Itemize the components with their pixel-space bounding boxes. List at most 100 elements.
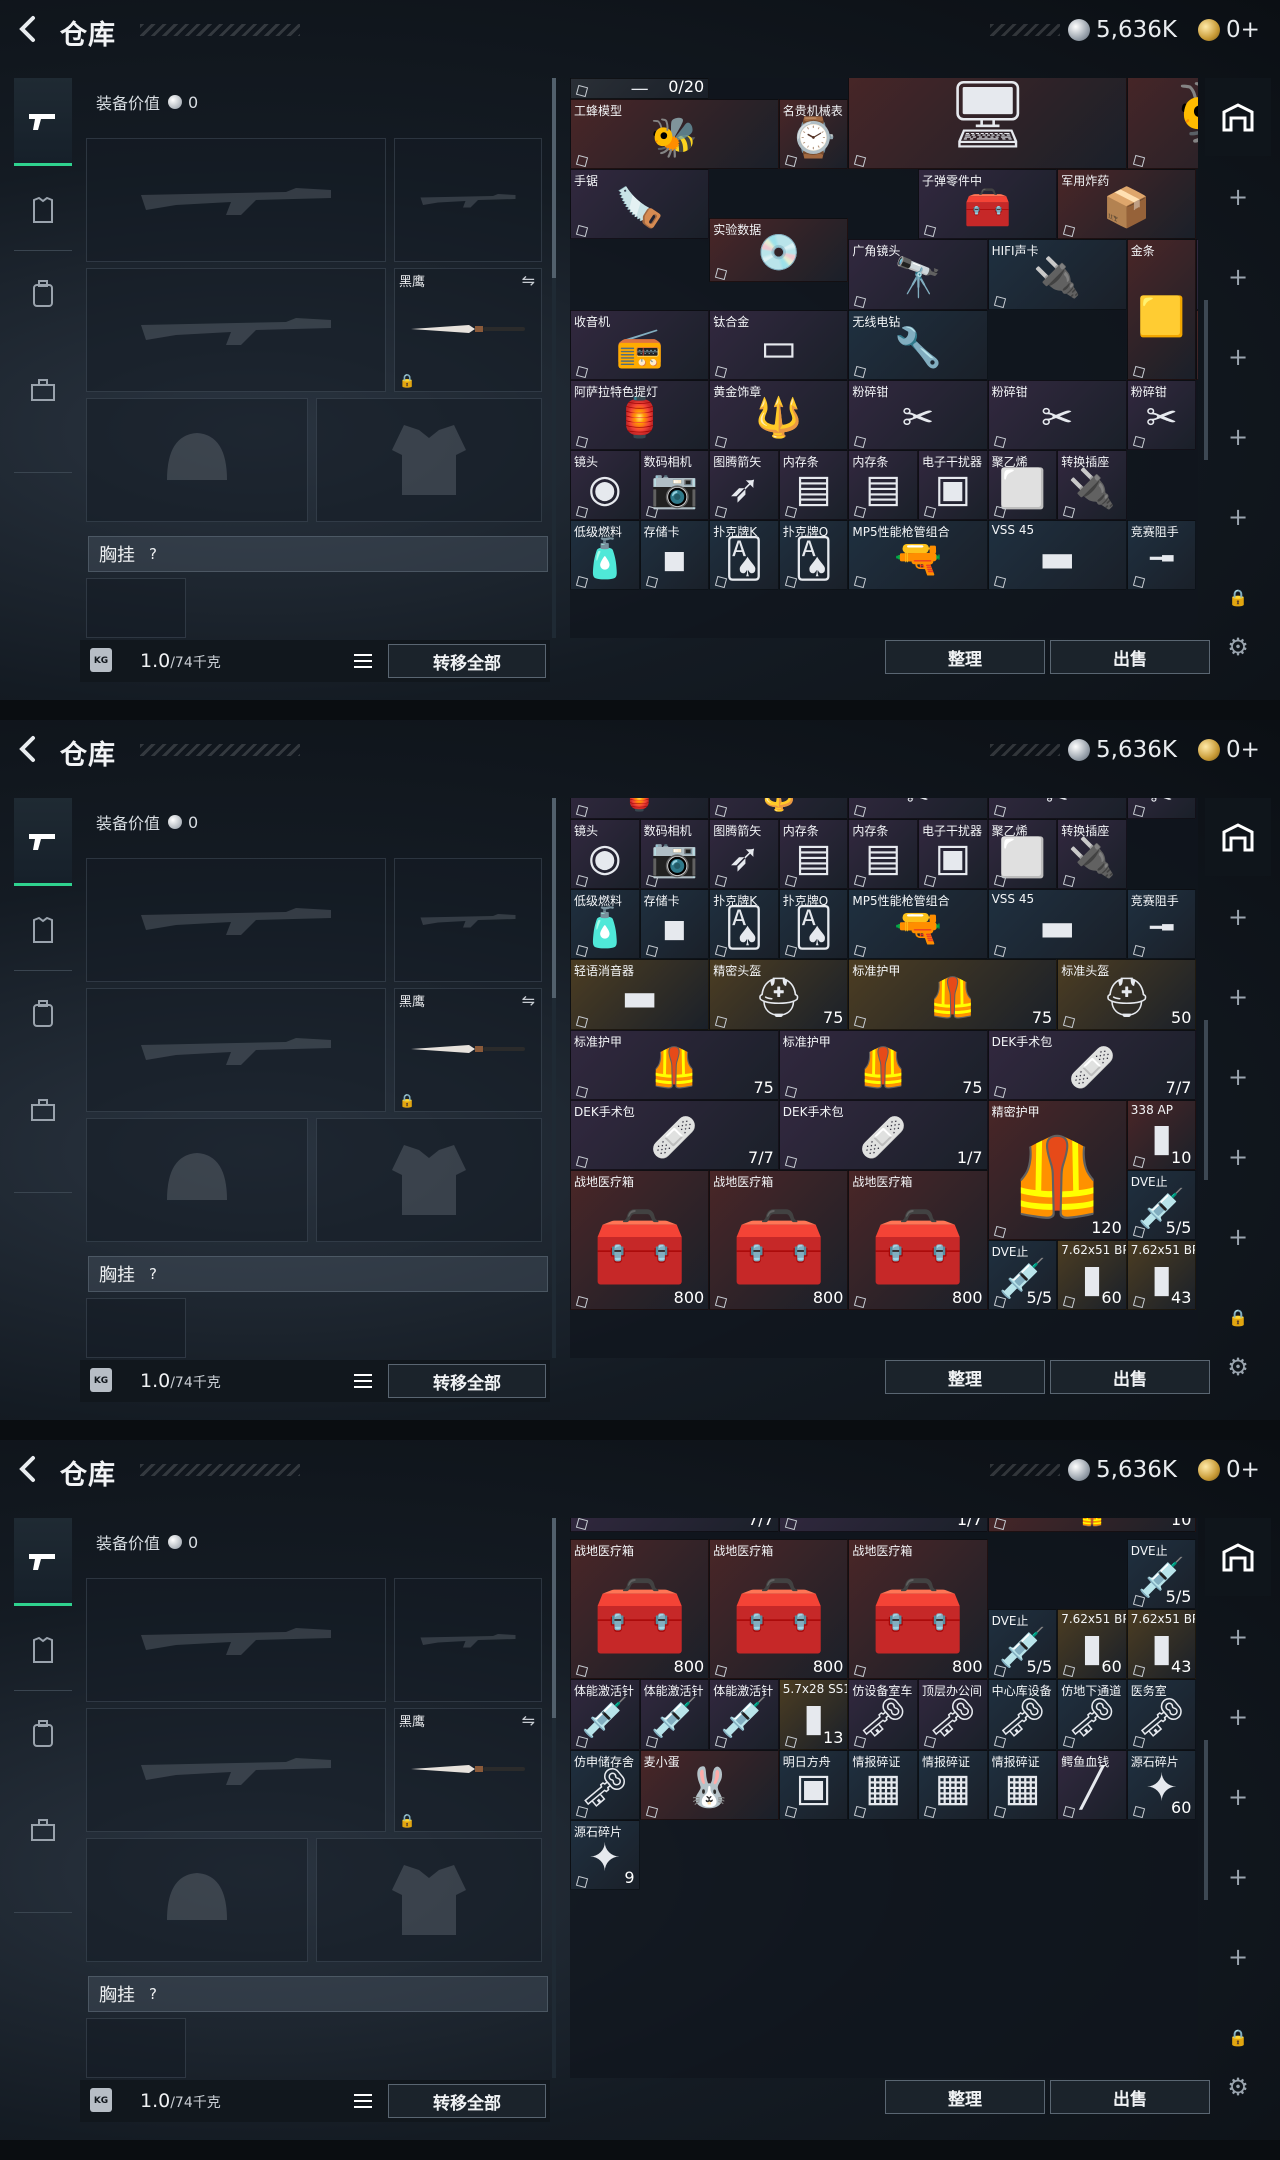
settings-gear-icon[interactable]: ⚙ (1205, 2048, 1271, 2126)
inventory-item[interactable]: 🩹 DEK手术包 1/7 (778, 1099, 988, 1171)
inventory-item[interactable]: 🗝 仿设备室车 (848, 1679, 918, 1750)
secondary-weapon-slot[interactable] (86, 268, 386, 392)
add-tab-icon[interactable]: + (1205, 158, 1271, 236)
nav-weapons[interactable] (14, 798, 72, 886)
primary-weapon-slot[interactable] (86, 138, 386, 262)
inventory-item[interactable]: 🐰 麦小蛋 (639, 1749, 779, 1820)
inventory-item[interactable]: — 0/20 (570, 78, 710, 100)
inventory-item[interactable]: ✂ (848, 798, 988, 820)
inventory-item[interactable]: ⬜ 聚乙烯 (987, 450, 1058, 521)
inventory-item[interactable]: 🩹 DEK手术包 7/7 (570, 1099, 779, 1171)
helmet-slot[interactable] (86, 398, 308, 522)
inventory-item[interactable]: ▤ 内存条 (778, 450, 849, 521)
inventory-item[interactable]: ▪ 存储卡 (639, 889, 710, 960)
inventory-item[interactable]: 🔫 MP5性能枪管组合 (848, 520, 988, 591)
inventory-item[interactable]: 🧰 子弹零件中 (918, 169, 1058, 240)
inventory-item[interactable]: 🔌 转换插座 (1057, 450, 1127, 521)
nav-backpack[interactable] (14, 978, 72, 1050)
equipment-scrollbar[interactable] (552, 1518, 556, 2078)
chest-rig-header[interactable]: 胸挂? (88, 536, 548, 572)
nav-weapons[interactable] (14, 78, 72, 166)
pistol-slot[interactable] (394, 138, 542, 262)
melee-slot[interactable]: 黑鹰 ⇋ 🔒 (394, 1708, 542, 1832)
swap-icon[interactable]: ⇋ (522, 1711, 535, 1730)
sell-button[interactable]: 出售 (1050, 2080, 1210, 2114)
inventory-item[interactable]: 🏮 阿萨拉特色提灯 (570, 379, 710, 451)
equipment-scrollbar[interactable] (552, 798, 556, 1358)
transfer-all-button[interactable]: 转移全部 (388, 2084, 546, 2118)
sell-button[interactable]: 出售 (1050, 1360, 1210, 1394)
inventory-item[interactable]: 🔱 (709, 798, 849, 820)
nav-weapons[interactable] (14, 1518, 72, 1606)
inventory-item[interactable]: 🦺 标准护甲 75 (778, 1029, 988, 1100)
inventory-item[interactable]: ✂ (1126, 798, 1197, 820)
inventory-item[interactable]: 💉 DVE止 5/5 (987, 1609, 1058, 1680)
warehouse-tab[interactable] (1205, 1518, 1271, 1596)
inventory-item[interactable]: 🔱 黄金饰章 (709, 379, 849, 451)
silver-currency[interactable]: 5,636K (1068, 1455, 1177, 1485)
sort-button[interactable]: 整理 (885, 1360, 1045, 1394)
inventory-item[interactable]: 🐝 (1126, 78, 1198, 170)
inventory-item[interactable]: 🦺 精密护甲 120 (987, 1099, 1127, 1241)
inventory-item[interactable]: ▮ 7.62x51 BP 60 (1057, 1240, 1127, 1311)
primary-weapon-slot[interactable] (86, 858, 386, 982)
armor-slot[interactable] (316, 1838, 542, 1962)
inventory-item[interactable]: ✦ 源石碎片 9 (570, 1819, 640, 1891)
inventory-item[interactable]: ▮ 338 AP 10 (1126, 1099, 1197, 1171)
inventory-item[interactable]: 🔌 HIFI声卡 (987, 239, 1127, 310)
melee-slot[interactable]: 黑鹰 ⇋ 🔒 (394, 268, 542, 392)
inventory-item[interactable]: ▦ 情报碎证 (918, 1749, 988, 1820)
inventory-item[interactable]: ▤ 内存条 (778, 819, 849, 890)
inventory-item[interactable]: ▮ 5.7x28 SS190SR 13 (778, 1679, 849, 1750)
inventory-item[interactable]: 🔫 MP5性能枪管组合 (848, 889, 988, 960)
inventory-item[interactable]: 📻 收音机 (570, 309, 710, 380)
add-tab-icon[interactable]: + (1205, 958, 1271, 1036)
inventory-item[interactable]: ▭ 钛合金 (709, 309, 849, 380)
list-icon[interactable] (348, 646, 378, 676)
inventory-item[interactable]: 🐝 工蜂模型 (570, 99, 779, 170)
inventory-item[interactable]: 🗝 顶层办公间 (918, 1679, 988, 1750)
secondary-weapon-slot[interactable] (86, 1708, 386, 1832)
inventory-item[interactable]: 💉 体能激活针 (709, 1679, 779, 1750)
inventory-item[interactable]: 🧰 战地医疗箱 800 (848, 1539, 988, 1680)
inventory-item[interactable]: ▦ 情报碎证 (987, 1749, 1058, 1820)
inventory-item[interactable]: 📷 数码相机 (639, 450, 710, 521)
inventory-item[interactable]: ✦ 源石碎片 60 (1126, 1749, 1197, 1820)
add-tab-icon[interactable]: + (1205, 318, 1271, 396)
armor-slot[interactable] (316, 1118, 542, 1242)
add-tab-icon[interactable]: + (1205, 1118, 1271, 1196)
inventory-item[interactable]: ▦ 情报碎证 (848, 1749, 918, 1820)
inventory-item[interactable]: ▬ 轻语消音器 (570, 959, 710, 1030)
inventory-item[interactable]: 🔭 广角镜头 (848, 239, 988, 310)
inventory-item[interactable]: 💉 DVE止 5/5 (1126, 1539, 1197, 1610)
equipment-scrollbar[interactable] (552, 78, 556, 638)
inventory-item[interactable]: 🗝 中心库设备 (987, 1679, 1058, 1750)
add-tab-icon[interactable]: + (1205, 238, 1271, 316)
inventory-item[interactable]: 🧰 战地医疗箱 800 (709, 1539, 849, 1680)
inventory-item[interactable]: 🏮 (570, 798, 710, 820)
inventory-item[interactable]: 🂡 扑克牌K (709, 520, 779, 591)
chest-rig-header[interactable]: 胸挂? (88, 1976, 548, 2012)
inventory-item[interactable]: ⌚ 名贵机械表 (778, 99, 849, 170)
warehouse-tab[interactable] (1205, 798, 1271, 876)
inventory-item[interactable]: 🗝 仿申储存舍 (570, 1749, 640, 1820)
inventory-item[interactable]: 🂡 扑克牌K (709, 889, 779, 960)
helmet-slot[interactable] (86, 1838, 308, 1962)
add-tab-icon[interactable]: + (1205, 1678, 1271, 1756)
inventory-item[interactable]: 🖥 (848, 78, 1127, 170)
nav-case[interactable] (14, 354, 72, 426)
inventory-item[interactable]: 🟨 金条 (1196, 309, 1198, 380)
inventory-item[interactable]: 📷 数码相机 (639, 819, 710, 890)
add-tab-icon[interactable]: + (1205, 1918, 1271, 1996)
inventory-item[interactable]: ✂ (987, 798, 1127, 820)
add-tab-icon[interactable]: + (1205, 1758, 1271, 1836)
add-tab-icon[interactable]: + (1205, 1838, 1271, 1916)
chest-rig-slot[interactable] (86, 1298, 186, 1358)
inventory-item[interactable]: ▮ 7.62x51 BP 43 (1126, 1240, 1197, 1311)
inventory-item[interactable]: ╼ 竞赛阻手 (1126, 520, 1197, 591)
pistol-slot[interactable] (394, 858, 542, 982)
inventory-item[interactable]: ▬ VSS 45 (987, 889, 1127, 960)
gold-currency[interactable]: 0+ (1198, 15, 1260, 45)
inventory-item[interactable]: 🗝 医务室 (1126, 1679, 1197, 1750)
inventory-item[interactable]: 🦺 标准护甲 75 (570, 1029, 779, 1100)
